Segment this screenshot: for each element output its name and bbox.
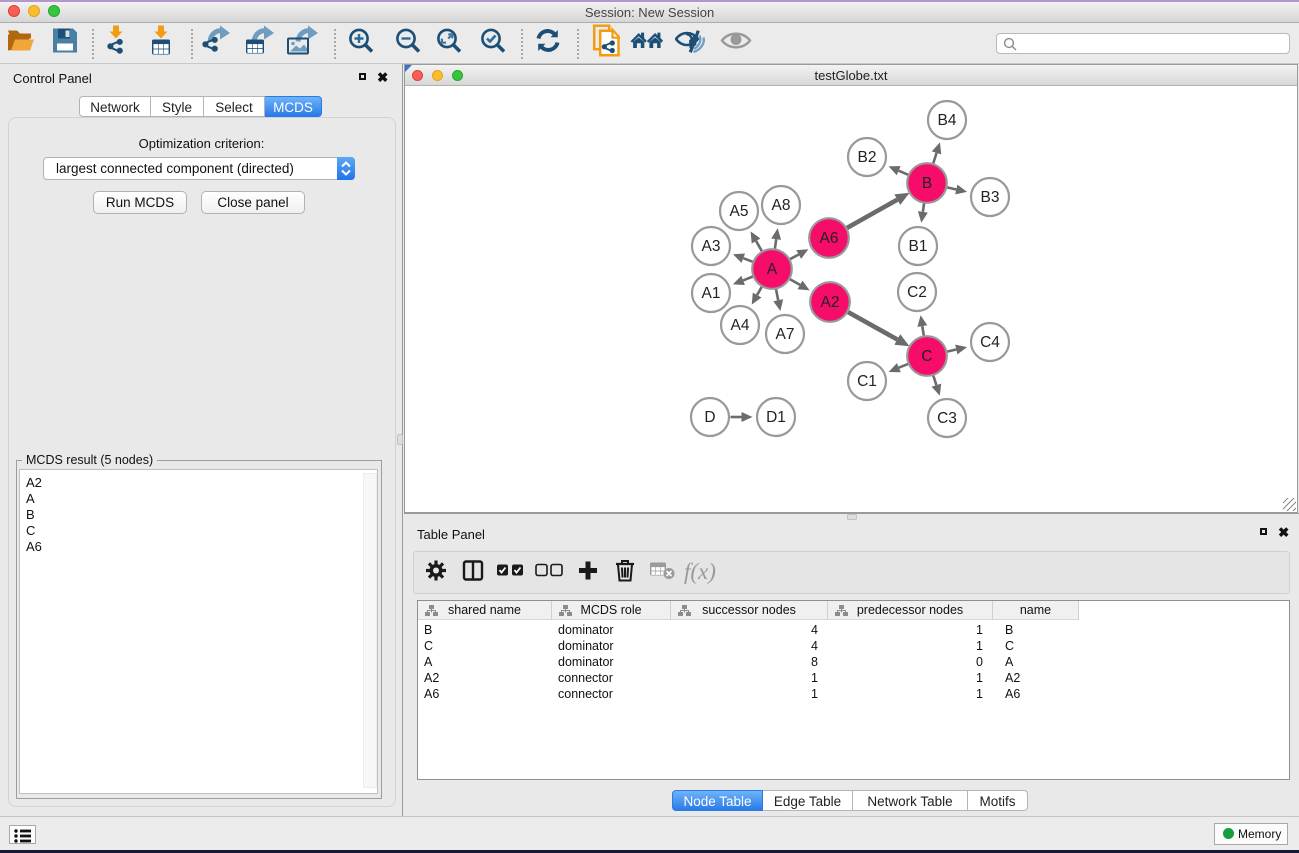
svg-text:C: C [921,348,932,365]
svg-text:B4: B4 [938,112,957,129]
svg-text:A2: A2 [821,294,840,311]
svg-text:B1: B1 [909,238,928,255]
svg-text:C2: C2 [907,284,927,301]
svg-text:A8: A8 [772,197,791,214]
svg-text:D: D [704,409,715,426]
svg-text:A6: A6 [820,230,839,247]
svg-text:C4: C4 [980,334,1000,351]
svg-text:A: A [767,261,778,278]
svg-text:B3: B3 [981,189,1000,206]
svg-text:C3: C3 [937,410,957,427]
svg-text:A5: A5 [730,203,749,220]
svg-text:A4: A4 [731,317,750,334]
svg-text:D1: D1 [766,409,786,426]
svg-text:A7: A7 [776,326,795,343]
svg-text:C1: C1 [857,373,877,390]
svg-text:A1: A1 [702,285,721,302]
svg-text:B: B [922,175,932,192]
svg-text:B2: B2 [858,149,877,166]
svg-text:A3: A3 [702,238,721,255]
